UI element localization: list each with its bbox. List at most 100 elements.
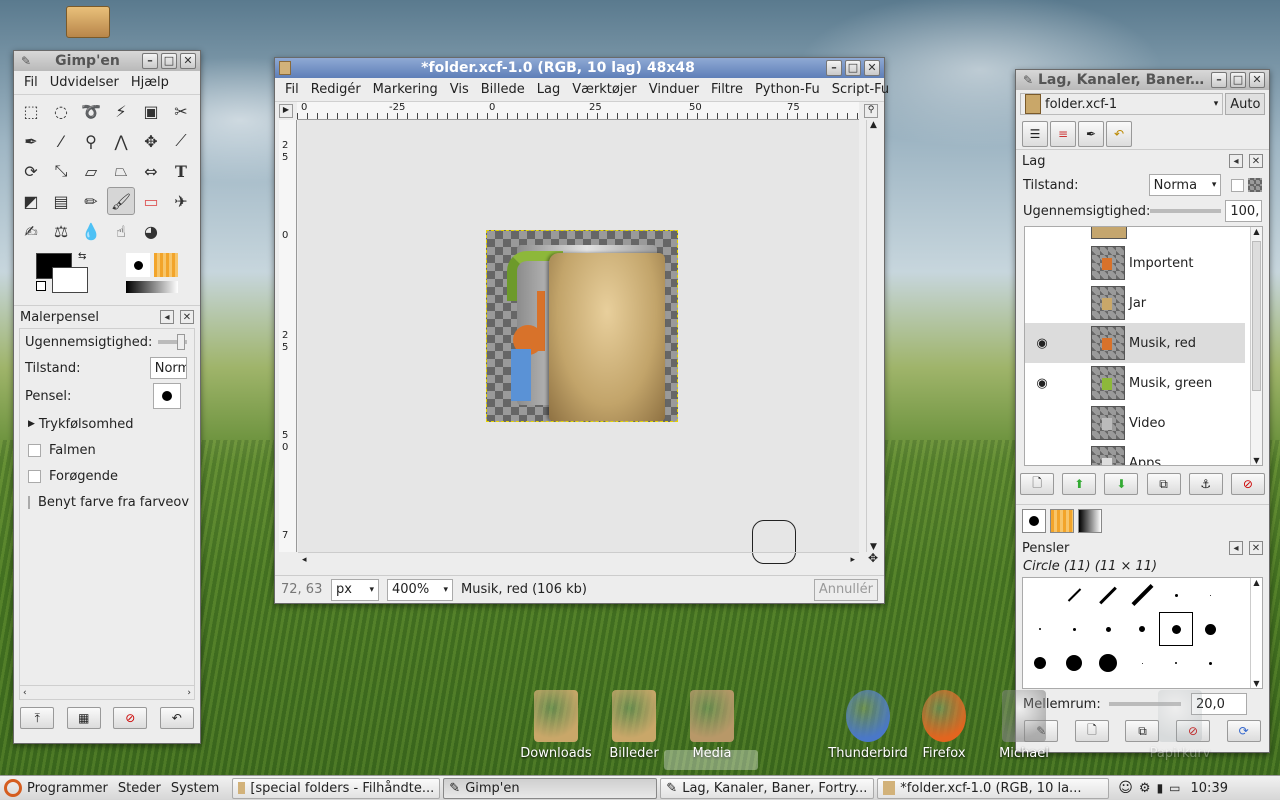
toolbox-titlebar[interactable]: ✎ Gimp'en – □ ✕ (14, 51, 200, 71)
menu-rediger[interactable]: Redigér (305, 82, 367, 97)
maximize-button[interactable]: □ (161, 53, 177, 69)
horizontal-scrollbar[interactable]: ‹ › (20, 685, 194, 699)
blur-icon[interactable]: 💧 (77, 217, 105, 245)
layer-row[interactable]: Importent (1025, 243, 1245, 283)
measure-icon[interactable]: ⋀ (107, 127, 135, 155)
image-titlebar[interactable]: *folder.xcf-1.0 (RGB, 10 lag) 48x48 – □ … (275, 58, 884, 78)
color-from-gradient-checkbox[interactable] (28, 495, 30, 509)
layers-titlebar[interactable]: ✎ Lag, Kanaler, Baner, Fo – □ ✕ (1016, 70, 1269, 90)
layer-row[interactable]: ◉ Musik, green (1025, 363, 1245, 403)
layer-row[interactable]: Jar (1025, 283, 1245, 323)
brush-cell[interactable] (1159, 646, 1193, 680)
mode-select[interactable]: Norm (149, 357, 187, 379)
clone-icon[interactable]: ⚖ (47, 217, 75, 245)
menu-hjaelp[interactable]: Hjælp (125, 75, 175, 90)
menu-fil[interactable]: Fil (279, 82, 305, 97)
channels-tab-icon[interactable]: ≡ (1050, 120, 1076, 147)
brush-cell[interactable] (1057, 646, 1091, 680)
zoom-select[interactable]: 400% ▾ (387, 578, 453, 601)
menu-filtre[interactable]: Filtre (705, 82, 749, 97)
color-select-icon[interactable]: ▣ (137, 97, 165, 125)
close-button[interactable]: ✕ (864, 60, 880, 76)
layer-thumbnail[interactable] (1091, 246, 1125, 280)
task-image-window[interactable]: *folder.xcf-1.0 (RGB, 10 la... (877, 777, 1110, 799)
ink-icon[interactable]: ✍ (17, 217, 45, 245)
incremental-checkbox[interactable] (28, 469, 41, 483)
shear-icon[interactable]: ▱ (77, 157, 105, 185)
smudge-icon[interactable]: ☝ (107, 217, 135, 245)
layers-scrollbar[interactable]: ▲ ▼ (1250, 227, 1262, 465)
layer-row[interactable]: Apps (1025, 443, 1245, 466)
layer-thumbnail[interactable] (1091, 446, 1125, 465)
cancel-button[interactable]: Annullér (813, 578, 878, 601)
minimize-button[interactable]: – (142, 53, 158, 69)
brush-cell[interactable] (1159, 612, 1193, 646)
navigate-move-icon[interactable]: ✥ (866, 552, 880, 566)
menu-udvidelser[interactable]: Udvidelser (44, 75, 125, 90)
layer-opacity-input[interactable]: 100, (1225, 200, 1262, 222)
brush-cell[interactable] (1159, 578, 1193, 612)
dock-close-icon[interactable]: ✕ (1249, 154, 1263, 168)
layer-opacity-slider[interactable] (1150, 209, 1222, 213)
user-icon[interactable]: ☺ (1118, 780, 1133, 796)
brush-cell[interactable] (1125, 578, 1159, 612)
background-color-swatch[interactable] (52, 267, 88, 293)
move-icon[interactable]: ✥ (137, 127, 165, 155)
package-icon[interactable] (66, 6, 110, 38)
layers-list[interactable]: Importent Jar ◉ Musik, red ◉ Musik, green Vide… (1024, 226, 1263, 466)
delete-options-button[interactable]: ⊘ (113, 707, 148, 729)
dock-item[interactable]: Papirkurv (1140, 690, 1220, 761)
layer-name[interactable]: Apps (1129, 456, 1161, 466)
menu-vaerktojer[interactable]: Værktøjer (566, 82, 643, 97)
reset-options-button[interactable]: ↶ (159, 707, 194, 729)
vertical-ruler[interactable]: 2 5 0 2 5 5 0 7 (279, 120, 297, 552)
navigate-icon[interactable]: ⚲ (864, 104, 878, 118)
new-layer-button[interactable]: 🗋 (1020, 473, 1055, 495)
menu-steder[interactable]: Steder (113, 781, 166, 796)
layer-row[interactable]: ◉ Musik, red (1025, 323, 1245, 363)
maximize-button[interactable]: □ (1230, 72, 1246, 88)
perspective-icon[interactable]: ⏢ (107, 157, 135, 185)
expander-icon[interactable]: ▶ (28, 419, 35, 429)
fade-checkbox[interactable] (28, 443, 41, 457)
patterns-tab-icon[interactable] (1050, 509, 1074, 533)
swap-colors-icon[interactable]: ⇆ (78, 251, 86, 262)
brush-cell[interactable] (1091, 646, 1125, 680)
brush-button[interactable] (153, 383, 181, 409)
updates-icon[interactable]: ⚙ (1139, 781, 1151, 796)
image-canvas[interactable] (486, 230, 678, 422)
brush-cell[interactable] (1193, 646, 1227, 680)
bucket-fill-icon[interactable]: ◩ (17, 187, 45, 215)
dock-menu-icon[interactable]: ◂ (1229, 154, 1243, 168)
brushes-scrollbar[interactable]: ▲ ▼ (1250, 578, 1262, 688)
close-button[interactable]: ✕ (180, 53, 196, 69)
canvas[interactable] (298, 120, 859, 564)
dock-close-icon[interactable]: ✕ (180, 310, 194, 324)
gradient-indicator[interactable] (126, 281, 178, 293)
brush-cell[interactable] (1023, 646, 1057, 680)
dock-close-icon[interactable]: ✕ (1249, 541, 1263, 555)
airbrush-icon[interactable]: ✈ (167, 187, 195, 215)
scissors-icon[interactable]: ✂ (167, 97, 195, 125)
vertical-scrollbar[interactable]: ▲ ▼ (866, 120, 880, 552)
visibility-eye-icon[interactable]: ◉ (1025, 376, 1059, 391)
layer-thumbnail[interactable] (1091, 366, 1125, 400)
default-colors-icon[interactable] (36, 281, 46, 291)
menu-programmer[interactable]: Programmer (22, 781, 113, 796)
layer-name[interactable]: Importent (1129, 256, 1193, 271)
dock-menu-icon[interactable]: ◂ (160, 310, 174, 324)
dock-item[interactable]: Thunderbird (828, 690, 908, 761)
network-icon[interactable]: ▮ (1157, 781, 1164, 795)
text-icon[interactable]: T (167, 157, 195, 185)
ubuntu-logo-icon[interactable] (4, 779, 22, 797)
rotate-icon[interactable]: ⟳ (17, 157, 45, 185)
close-button[interactable]: ✕ (1249, 72, 1265, 88)
delete-layer-button[interactable]: ⊘ (1230, 473, 1265, 495)
layer-row[interactable]: Video (1025, 403, 1245, 443)
scale-icon[interactable]: ⤡ (47, 157, 75, 185)
menu-fil[interactable]: Fil (18, 75, 44, 90)
dock-item[interactable]: Billeder (594, 690, 674, 761)
undo-history-tab-icon[interactable]: ↶ (1106, 120, 1132, 147)
task-file-manager[interactable]: [special folders - Filhåndte... (232, 777, 441, 799)
lock-alpha-checkbox[interactable] (1231, 178, 1245, 192)
